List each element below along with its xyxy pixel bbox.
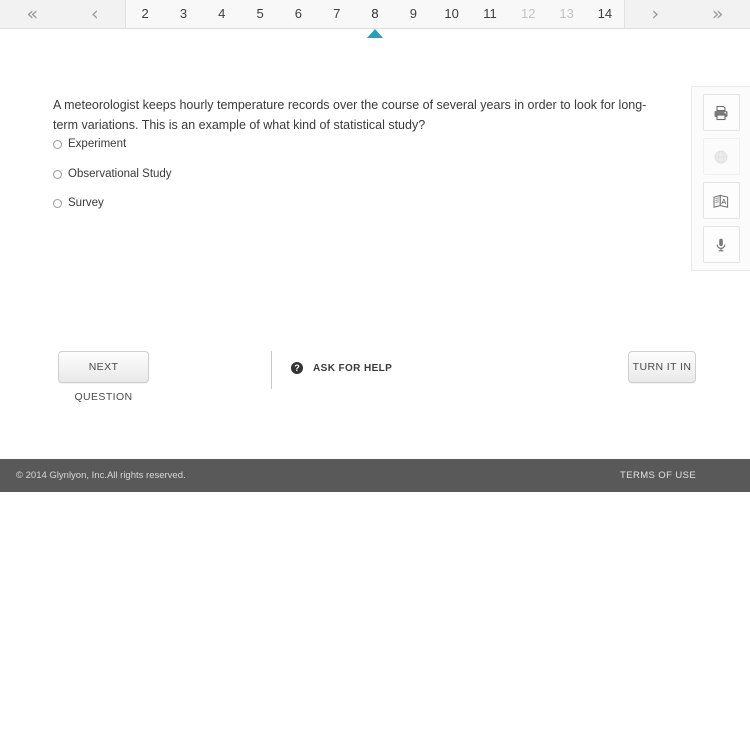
lesson-page: « ‹ 2 3 4 5 6 7 8 9 10 11 12 13 14 › » A meteorologi… <box>0 0 750 750</box>
terms-of-use-link[interactable]: TERMS OF USE <box>620 470 696 481</box>
answer-choice-label: Experiment <box>68 138 127 150</box>
answer-choice[interactable]: Survey <box>53 196 172 211</box>
ask-for-help-label: ASK FOR HELP <box>313 362 393 374</box>
print-icon <box>712 104 730 122</box>
previous-page-icon[interactable]: ‹ <box>85 4 105 24</box>
translate-button[interactable]: A <box>702 182 740 219</box>
answer-choice[interactable]: Observational Study <box>53 167 172 182</box>
page-footer: © 2014 Glynlyon, Inc.All rights reserved… <box>0 459 750 492</box>
microphone-button[interactable] <box>702 226 740 263</box>
page-number-13: 13 <box>559 6 574 21</box>
globe-button <box>702 138 740 175</box>
pagination-left-controls: « ‹ <box>0 0 125 28</box>
page-number-6[interactable]: 6 <box>279 0 317 28</box>
answer-choice-list: Experiment Observational Study Survey <box>53 137 172 226</box>
pagination-right-controls: › » <box>625 0 750 28</box>
question-mark-icon: ? <box>291 362 303 374</box>
page-number-5[interactable]: 5 <box>241 0 279 28</box>
answer-choice-label: Observational Study <box>68 167 172 180</box>
microphone-icon <box>712 236 730 254</box>
page-number-3[interactable]: 3 <box>164 0 202 28</box>
page-number-14[interactable]: 14 <box>586 0 624 28</box>
radio-button-icon[interactable] <box>53 199 62 208</box>
answer-choice[interactable]: Experiment <box>53 137 172 152</box>
copyright-text: © 2014 Glynlyon, Inc.All rights reserved… <box>16 470 186 481</box>
last-page-icon[interactable]: » <box>706 4 730 24</box>
page-number-9[interactable]: 9 <box>394 0 432 28</box>
question-pagination: « ‹ 2 3 4 5 6 7 8 9 10 11 12 13 14 › » <box>0 0 750 38</box>
action-divider <box>271 351 272 389</box>
radio-button-icon[interactable] <box>53 169 62 179</box>
svg-text:A: A <box>721 197 726 206</box>
page-number-4[interactable]: 4 <box>203 0 241 28</box>
page-number-8[interactable]: 8 <box>356 0 394 38</box>
next-page-icon[interactable]: › <box>645 4 665 24</box>
first-page-icon[interactable]: « <box>20 4 44 24</box>
page-number-12: 12 <box>521 6 536 21</box>
pagination-number-list: 2 3 4 5 6 7 8 9 10 11 12 13 14 <box>125 0 625 38</box>
page-number-11[interactable]: 11 <box>471 0 509 28</box>
radio-button-icon[interactable] <box>53 140 62 149</box>
page-number-7[interactable]: 7 <box>318 0 356 28</box>
translate-icon: A <box>712 192 730 210</box>
ask-for-help-button[interactable]: ? ASK FOR HELP <box>291 362 392 374</box>
answer-choice-label: Survey <box>68 197 104 209</box>
page-number-10[interactable]: 10 <box>433 0 471 28</box>
tool-rail: A <box>691 86 750 271</box>
action-bar: NEXT QUESTION ? ASK FOR HELP TURN IT IN <box>0 329 750 409</box>
globe-icon <box>712 148 730 166</box>
print-button[interactable] <box>702 94 740 131</box>
question-text: A meteorologist keeps hourly temperature… <box>53 98 647 132</box>
turn-it-in-button[interactable]: TURN IT IN <box>628 351 696 383</box>
next-question-button[interactable]: NEXT QUESTION <box>58 351 149 403</box>
page-number-2[interactable]: 2 <box>126 0 164 28</box>
